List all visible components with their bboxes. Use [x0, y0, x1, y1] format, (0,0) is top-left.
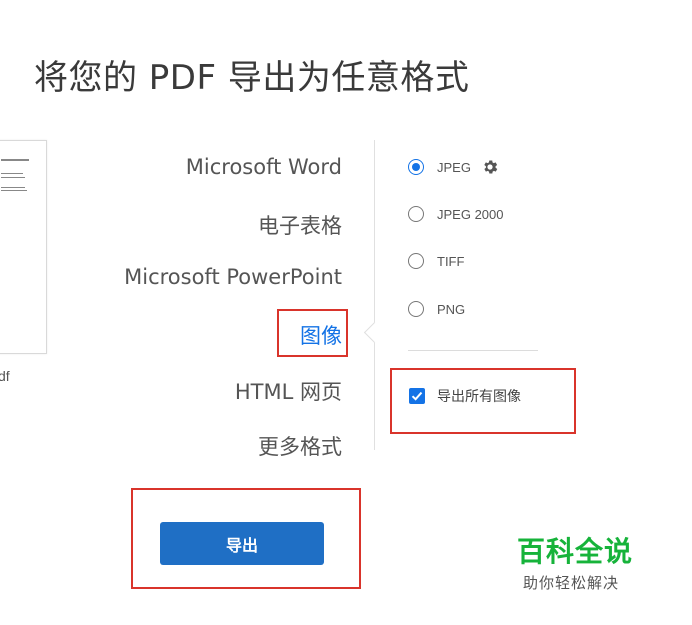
watermark-subtitle: 助你轻松解决: [523, 574, 620, 592]
format-more[interactable]: 更多格式: [258, 431, 342, 461]
thumbnail-line: [1, 159, 29, 161]
gear-icon[interactable]: [481, 158, 499, 176]
radio-unchecked-icon[interactable]: [408, 206, 424, 222]
radio-tiff[interactable]: TIFF: [408, 253, 464, 269]
radio-label: TIFF: [437, 253, 465, 269]
pdf-filename: df: [0, 368, 10, 384]
radio-label: PNG: [437, 301, 466, 317]
radio-checked-icon[interactable]: [408, 159, 424, 175]
pdf-thumbnail[interactable]: [0, 140, 47, 354]
watermark-title: 百科全说: [517, 535, 634, 568]
format-html[interactable]: HTML 网页: [235, 376, 342, 406]
radio-unchecked-icon[interactable]: [408, 301, 424, 317]
thumbnail-line: [1, 187, 25, 188]
panel-divider: [374, 140, 375, 450]
checkbox-highlight: [390, 368, 576, 434]
selected-format-highlight: [277, 309, 348, 357]
radio-label: JPEG 2000: [437, 206, 504, 222]
radio-label: JPEG: [437, 159, 471, 175]
page-title: 将您的 PDF 导出为任意格式: [34, 58, 470, 98]
radio-png[interactable]: PNG: [408, 301, 465, 317]
radio-jpeg[interactable]: JPEG: [408, 158, 499, 176]
format-spreadsheet[interactable]: 电子表格: [258, 210, 342, 240]
export-button[interactable]: 导出: [160, 522, 324, 565]
radio-jpeg-2000[interactable]: JPEG 2000: [408, 206, 504, 222]
selection-pointer: [363, 321, 386, 344]
format-microsoft-word[interactable]: Microsoft Word: [186, 155, 342, 179]
options-divider: [408, 350, 538, 351]
format-microsoft-powerpoint[interactable]: Microsoft PowerPoint: [124, 265, 342, 289]
thumbnail-line: [1, 177, 25, 178]
thumbnail-line: [1, 173, 23, 174]
radio-unchecked-icon[interactable]: [408, 253, 424, 269]
thumbnail-line: [1, 190, 27, 191]
